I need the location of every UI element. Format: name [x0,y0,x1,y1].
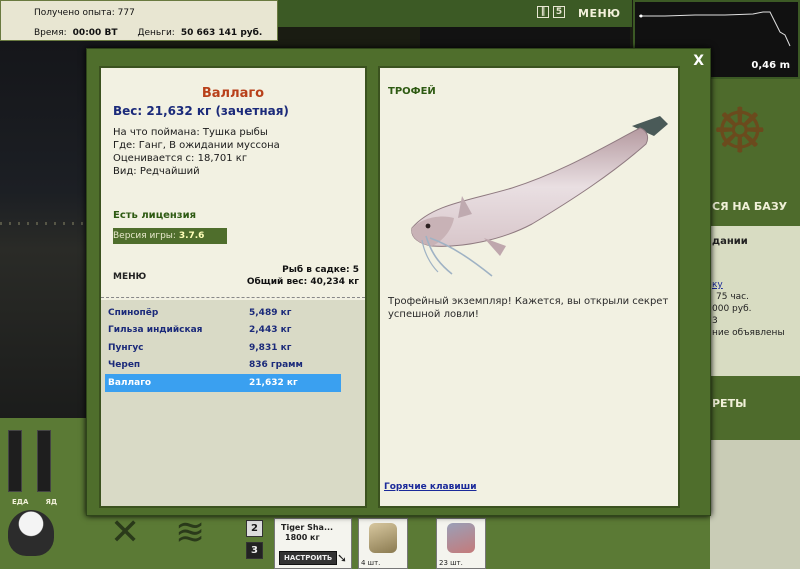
trophy-description: Трофейный экземпляр! Кажется, вы открыли… [388,296,669,320]
fork-knife-icon[interactable]: ✕ [110,512,140,553]
top-icons: ‖ 5 [537,6,565,18]
exp-row: Получено опыта: 777 [34,8,135,18]
time-money-row: Время: 00:00 ВТ Деньги: 50 663 141 руб. [34,28,262,38]
keepnet-row[interactable]: Гильза индийская 2,443 кг [105,322,341,340]
inventory-slot-1[interactable]: 4 шт. [358,518,408,569]
keepnet-row[interactable]: Валлаго 21,632 кг [105,374,341,392]
poison-label: ЯД [45,498,58,506]
configure-button[interactable]: НАСТРОИТЬ [279,551,338,565]
lure-card: Tiger Sha... 1800 кг НАСТРОИТЬ ➘ [274,518,352,569]
main-menu-button[interactable]: МЕНЮ [578,7,621,20]
fish-info: На что поймана: Тушка рыбы Где: Ганг, В … [113,126,280,178]
trophy-panel: ТРОФЕЙ Трофейный экземпляр! Кажется, вы … [378,66,680,508]
money-label: Деньги: [137,28,175,38]
keepnet-row-weight: 5,489 кг [249,307,292,318]
version-value: 3.7.6 [178,231,205,241]
close-button[interactable]: X [693,53,704,69]
return-to-base-button[interactable]: СЯ НА БАЗУ [712,200,787,213]
slot-2-button[interactable]: 2 [246,520,263,537]
keepnet-row-name: Пунгус [108,342,144,353]
caught-on: На что поймана: Тушка рыбы [113,127,268,138]
gauges [8,430,51,492]
keepnet-row-name: Гильза индийская [108,325,203,336]
poison-gauge [37,430,51,492]
keepnet-row-weight: 836 грамм [249,360,303,371]
keepnet-row-name: Череп [108,360,141,371]
lure-weight: 1800 кг [285,533,320,542]
keepnet-list: Спинопёр 5,489 кг Гильза индийская 2,443 кг… [105,304,341,392]
species: Вид: Редчайший [113,166,200,177]
lure-name: Tiger Sha... [281,523,334,532]
slot-3-button[interactable]: 3 [246,542,263,559]
license-status: Есть лицензия [113,210,197,221]
catch-details-panel: Валлаго Вес: 21,632 кг (зачетная) На что… [99,66,367,508]
keepnet-summary: Рыб в садке: 5 Общий вес: 40,234 кг [247,264,359,288]
keepnet-row-name: Валлаго [108,377,152,388]
version-badge: Версия игры: 3.7.6 [113,228,227,244]
catch-dialog: X Валлаго Вес: 21,632 кг (зачетная) На ч… [86,48,711,516]
gauge-labels: ЕДА ЯД [12,498,57,506]
keepnet-row-weight: 9,831 кг [249,342,292,353]
slot-2-count: 23 шт. [439,559,463,567]
keepnet-row-weight: 2,443 кг [249,325,292,336]
keepnet-row-weight: 21,632 кг [249,377,298,388]
keepnet-row[interactable]: Пунгус 9,831 кг [105,339,341,357]
scene-strip [420,26,630,50]
speed-button[interactable]: 5 [553,6,565,18]
depth-value: 0,46 m [751,60,790,71]
exp-label: Получено опыта: [34,8,115,18]
food-label: ЕДА [12,498,29,506]
time-value: 00:00 ВТ [72,28,118,38]
money-value: 50 663 141 руб. [180,28,263,38]
task-title: дании [712,236,748,247]
total-weight: Общий вес: 40,234 кг [246,277,359,287]
slot-switcher: 2 3 [246,520,263,559]
task-line-1: 75 час. [716,292,749,302]
right-bottom-panel [710,440,800,569]
fish-icon[interactable]: ≋ [175,512,205,553]
hotkeys-link[interactable]: Горячие клавиши [384,482,477,492]
task-line-3: 3 [712,316,718,326]
divider [101,297,365,298]
task-card: дании ку 75 час. 000 руб. 3 ние объявлен… [710,226,800,376]
version-label: Версия игры: [113,231,176,241]
task-line-4: ние объявлены [712,328,785,338]
pause-icon[interactable]: ‖ [537,6,549,18]
ship-wheel-icon[interactable]: ☸ [712,100,768,162]
slot-1-count: 4 шт. [361,559,381,567]
keepnet-row[interactable]: Череп 836 грамм [105,357,341,375]
cooking-pot-icon[interactable] [8,510,54,556]
hook-icon [369,523,397,553]
keepnet-menu-button[interactable]: МЕНЮ [113,272,146,282]
valued-from: Оценивается с: 18,701 кг [113,153,248,164]
keepnet-row-name: Спинопёр [108,307,159,318]
task-link[interactable]: ку [712,280,723,290]
secrets-button[interactable]: РЕТЫ [712,397,746,410]
keep-count: Рыб в садке: 5 [282,265,359,275]
keepnet-list-area: Спинопёр 5,489 кг Гильза индийская 2,443 кг… [101,300,365,506]
exp-value: 777 [117,8,135,18]
arrow-icon[interactable]: ➘ [337,551,347,565]
location: Где: Ганг, В ожидании муссона [113,140,280,151]
fish-weight: Вес: 21,632 кг (зачетная) [113,104,289,118]
food-gauge [8,430,22,492]
task-line-2: 000 руб. [712,304,752,314]
fish-name: Валлаго [201,86,265,101]
fish-image [411,116,668,277]
keepnet-row[interactable]: Спинопёр 5,489 кг [105,304,341,322]
bait-icon [447,523,475,553]
time-label: Время: [34,28,67,38]
stats-bar: Получено опыта: 777 Время: 00:00 ВТ День… [0,0,278,41]
inventory-slot-2[interactable]: 23 шт. [436,518,486,569]
